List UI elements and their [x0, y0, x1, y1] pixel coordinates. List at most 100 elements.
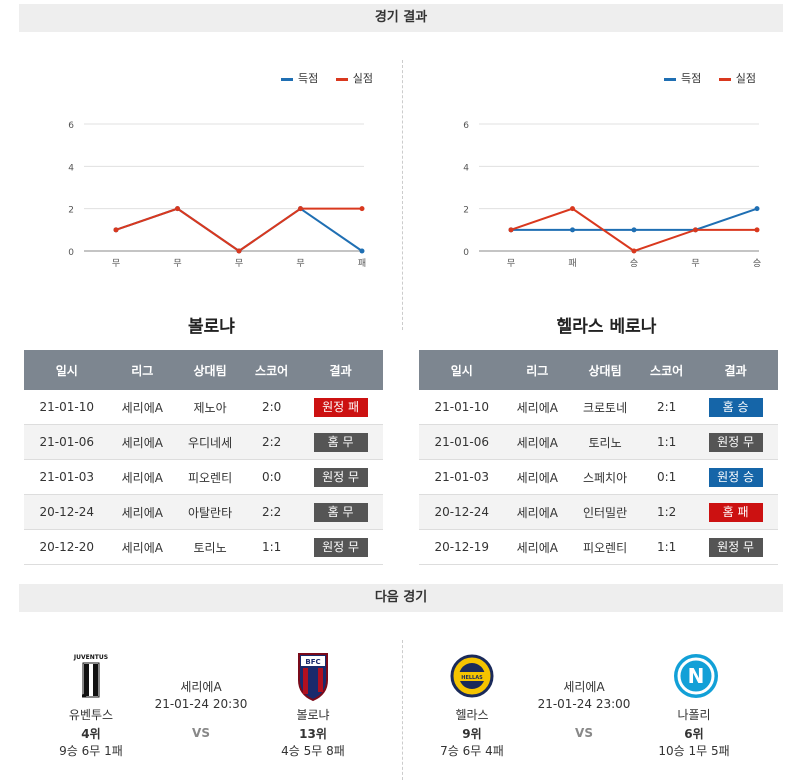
x-tick-label: 무 — [235, 258, 243, 269]
x-tick-label: 무 — [691, 258, 699, 269]
match-result: 원정 무 — [298, 529, 383, 565]
match-league: 세리에A — [109, 390, 176, 425]
data-point — [113, 227, 119, 233]
match-league: 세리에A — [504, 390, 571, 425]
match-opponent: 우디네세 — [175, 424, 246, 460]
match-league: 세리에A — [109, 424, 176, 460]
x-tick-label: 승 — [630, 258, 638, 269]
header-opponent: 상대팀 — [175, 350, 246, 390]
match-score: 1:1 — [245, 529, 299, 565]
table-row: 21-01-10 세리에A 크로토네 2:1 홈 승 — [419, 390, 778, 425]
match-league: 세리에A — [563, 680, 605, 694]
table-row: 20-12-24 세리에A 인터밀란 1:2 홈 패 — [419, 494, 778, 530]
team-panel-left: 득점 실점 0246무무무무패 볼로냐 일시 리그 상대팀 스코어 결과 21-… — [19, 36, 404, 566]
x-tick-label: 승 — [753, 258, 761, 269]
results-chart-right: 0 2 4 6 무 패 승 무 승 — [463, 121, 761, 269]
header-score: 스코어 — [640, 350, 694, 390]
team-record: 4승 5무 8패 — [281, 744, 345, 758]
match-score: 2:0 — [245, 390, 299, 425]
match-opponent: 스페치아 — [570, 459, 641, 495]
team-rank: 9위 — [462, 727, 482, 741]
x-tick-label: 무 — [507, 258, 515, 269]
header-date: 일시 — [24, 350, 110, 390]
next-match-2-away[interactable]: N 나폴리 6위 10승 1무 5패 — [654, 650, 734, 759]
match-date: 21-01-06 — [419, 424, 505, 460]
next-match-1-home[interactable]: JUVENTUS 유벤투스 4위 9승 6무 1패 — [51, 650, 131, 759]
series-line — [115, 207, 362, 253]
data-point — [359, 248, 365, 254]
match-date: 21-01-03 — [419, 459, 505, 495]
match-result: 원정 무 — [693, 424, 778, 460]
team-name: 유벤투스 — [68, 708, 114, 722]
hellas-verona-logo-icon: HELLAS — [450, 650, 494, 700]
data-point — [631, 227, 637, 233]
result-badge: 원정 승 — [708, 467, 763, 487]
team-name-right: 헬라스 베로나 — [556, 317, 657, 337]
match-result: 원정 패 — [298, 390, 383, 425]
match-league: 세리에A — [504, 529, 571, 565]
data-point — [754, 227, 760, 233]
results-chart-left: 0 2 4 6 무 무 무 무 패 — [68, 121, 366, 269]
result-badge: 원정 무 — [708, 537, 763, 557]
match-opponent: 아탈란타 — [175, 494, 246, 530]
table-row: 21-01-03 세리에A 스페치아 0:1 원정 승 — [419, 459, 778, 495]
napoli-logo-icon: N — [672, 650, 718, 700]
y-tick-label: 2 — [463, 206, 469, 216]
results-section-title: 경기 결과 — [19, 4, 783, 32]
next-match-2-home[interactable]: HELLAS 헬라스 9위 7승 6무 4패 — [432, 650, 512, 759]
match-date: 21-01-03 — [24, 459, 110, 495]
header-result: 결과 — [693, 350, 778, 390]
match-result: 홈 패 — [693, 494, 778, 530]
match-datetime: 21-01-24 20:30 — [154, 697, 248, 711]
table-row: 21-01-03 세리에A 피오렌티 0:0 원정 무 — [24, 459, 383, 495]
match-league: 세리에A — [504, 459, 571, 495]
next-match-1-away[interactable]: BFC 볼로냐 13위 4승 5무 8패 — [273, 650, 353, 759]
data-point — [754, 206, 760, 212]
bologna-logo-icon: BFC — [291, 650, 335, 702]
match-opponent: 인터밀란 — [570, 494, 641, 530]
table-header-row: 일시 리그 상대팀 스코어 결과 — [24, 350, 383, 390]
x-tick-label: 패 — [568, 258, 576, 269]
team-panel-right: 득점 실점 0246무패승무승 헬라스 베로나 일시 리그 상대팀 스코어 결과… — [414, 36, 795, 566]
x-tick-label: 무 — [296, 258, 304, 269]
result-badge: 홈 승 — [708, 397, 763, 417]
result-badge: 홈 무 — [313, 432, 368, 452]
y-tick-label: 6 — [68, 121, 74, 131]
team-record: 10승 1무 5패 — [658, 744, 730, 758]
team-name: 헬라스 — [455, 708, 489, 722]
data-point — [175, 206, 180, 212]
match-opponent: 제노아 — [175, 390, 246, 425]
vs-label: VS — [575, 726, 593, 740]
match-result: 원정 무 — [298, 459, 383, 495]
y-tick-label: 2 — [68, 206, 74, 216]
team-name: 나폴리 — [677, 708, 711, 722]
vs-label: VS — [192, 726, 210, 740]
match-score: 2:2 — [245, 424, 299, 460]
table-row: 21-01-10 세리에A 제노아 2:0 원정 패 — [24, 390, 383, 425]
y-tick-label: 4 — [68, 163, 74, 173]
match-date: 21-01-10 — [419, 390, 505, 425]
header-score: 스코어 — [245, 350, 299, 390]
data-point — [693, 227, 698, 233]
series-line — [115, 207, 363, 253]
match-opponent: 토리노 — [570, 424, 641, 460]
data-point — [508, 227, 514, 233]
x-tick-label: 무 — [173, 258, 181, 269]
results-table-right: 일시 리그 상대팀 스코어 결과 21-01-10 세리에A 크로토네 2:1 홈 승2… — [419, 350, 778, 565]
x-tick-label: 무 — [112, 258, 120, 269]
match-score: 1:2 — [640, 494, 694, 530]
y-tick-label: 4 — [463, 163, 469, 173]
team-rank: 6위 — [684, 727, 704, 741]
result-badge: 홈 무 — [313, 502, 368, 522]
match-result: 홈 무 — [298, 424, 383, 460]
match-datetime: 21-01-24 23:00 — [537, 697, 631, 711]
match-league: 세리에A — [109, 494, 176, 530]
svg-text:JUVENTUS: JUVENTUS — [73, 654, 108, 661]
match-result: 원정 무 — [693, 529, 778, 565]
match-date: 20-12-20 — [24, 529, 110, 565]
table-row: 20-12-24 세리에A 아탈란타 2:2 홈 무 — [24, 494, 383, 530]
data-point — [570, 206, 575, 212]
team-rank: 13위 — [299, 727, 327, 741]
team-name: 볼로냐 — [296, 708, 330, 722]
data-point — [570, 227, 575, 233]
